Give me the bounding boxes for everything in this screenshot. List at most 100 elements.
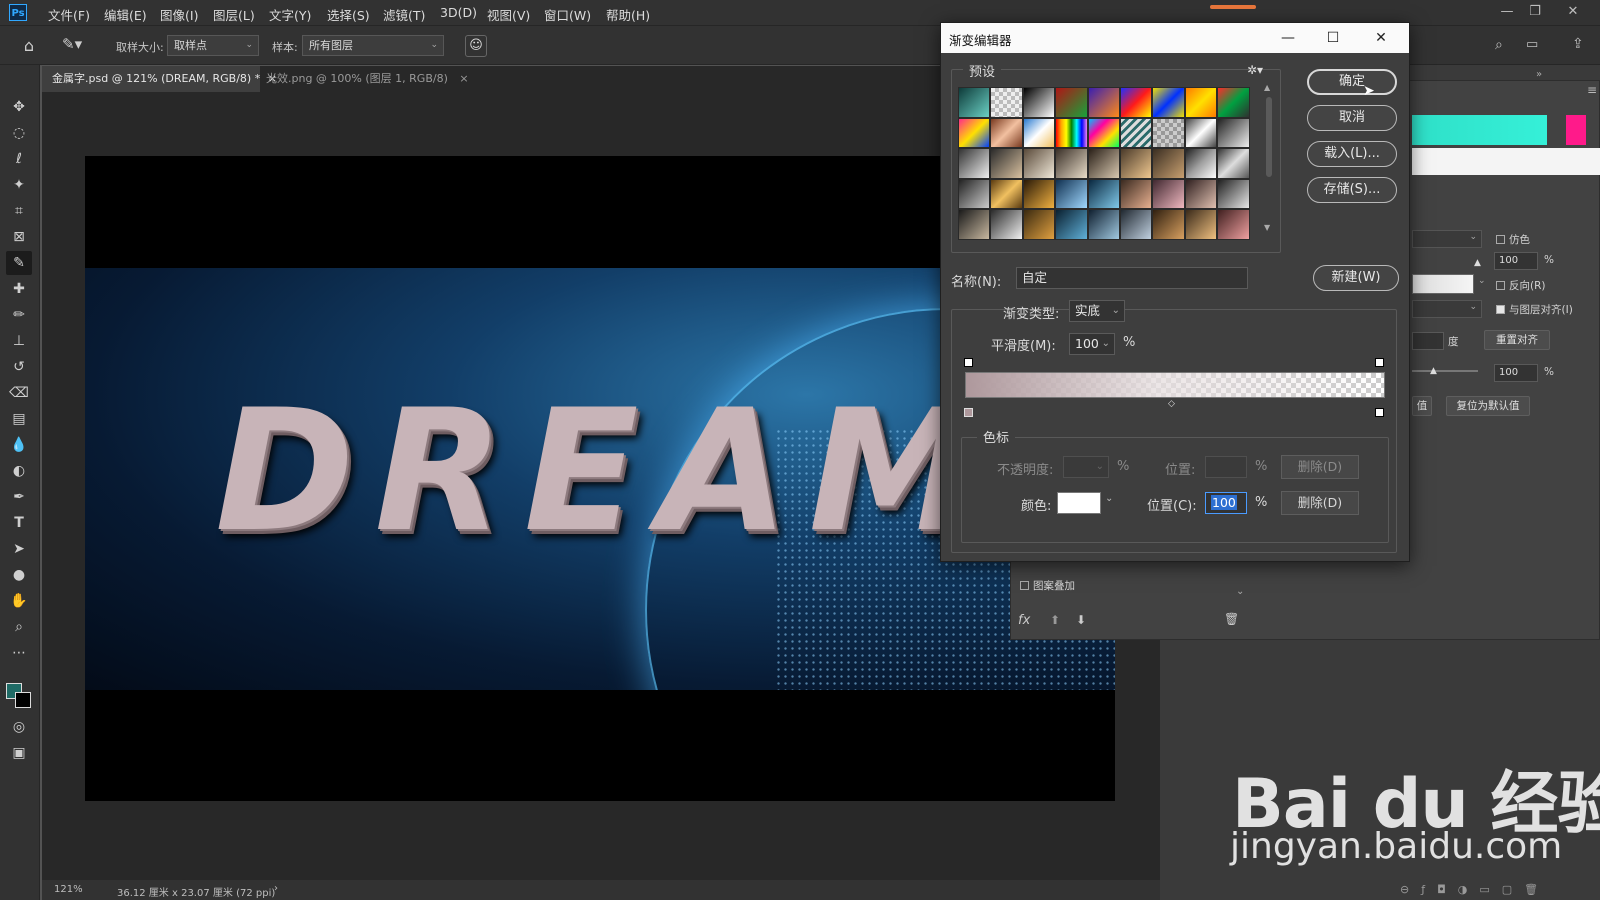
frame-tool-icon[interactable]: ⊠	[6, 225, 32, 249]
scale-slider-track[interactable]	[1412, 370, 1478, 372]
preset-swatch[interactable]	[1217, 117, 1250, 149]
home-icon[interactable]: ⌂	[18, 36, 40, 56]
tab-light-effect[interactable]: 光效.png @ 100% (图层 1, RGB/8) ×	[256, 66, 469, 92]
panel-menu-icon[interactable]: ≡	[1587, 83, 1597, 97]
more-tools-icon[interactable]: ⋯	[6, 641, 32, 665]
align-with-layer-checkbox[interactable]: 与图层对齐(I)	[1496, 302, 1573, 317]
menu-window[interactable]: 窗口(W)	[544, 5, 591, 24]
move-tool-icon[interactable]: ✥	[6, 95, 32, 119]
name-input[interactable]: 自定	[1016, 267, 1248, 289]
preset-swatch[interactable]	[1217, 178, 1250, 210]
checkbox-box[interactable]	[1496, 305, 1505, 314]
color-stop-left[interactable]	[964, 408, 973, 417]
preset-swatch[interactable]	[1119, 209, 1153, 240]
preset-swatch[interactable]	[1087, 209, 1120, 240]
preset-swatch[interactable]	[1119, 117, 1153, 149]
gradient-type-select[interactable]: 实底 ⌄	[1069, 300, 1125, 322]
checkbox-box[interactable]	[1496, 281, 1505, 290]
menu-filter[interactable]: 滤镜(T)	[383, 5, 425, 24]
opacity-input[interactable]: 100	[1494, 252, 1538, 270]
dodge-tool-icon[interactable]: ◐	[6, 459, 32, 483]
opacity-stop-left[interactable]	[964, 358, 973, 367]
preset-swatch[interactable]	[1087, 148, 1120, 179]
panel-collapse-icon[interactable]: »	[1536, 69, 1542, 80]
style-select[interactable]: ⌄	[1412, 300, 1482, 318]
menu-3d[interactable]: 3D(D)	[440, 5, 477, 20]
path-selection-icon[interactable]: ➤	[6, 537, 32, 561]
preset-swatch[interactable]	[1119, 87, 1153, 118]
maximize-icon[interactable]: ☐	[1318, 26, 1348, 50]
preset-swatch[interactable]	[958, 87, 991, 118]
preset-swatch[interactable]	[1055, 178, 1088, 210]
search-icon[interactable]: ⌕	[1495, 37, 1503, 53]
close-icon[interactable]: ✕	[1560, 2, 1586, 22]
preset-swatch[interactable]	[1184, 209, 1218, 240]
slider-handle-icon[interactable]: ▲	[1474, 258, 1484, 268]
preset-swatch[interactable]	[990, 209, 1023, 240]
preset-swatch[interactable]	[990, 148, 1023, 179]
preset-swatch[interactable]	[1184, 178, 1218, 210]
gradient-picker[interactable]	[1412, 274, 1474, 294]
reset-to-default-button[interactable]: 复位为默认值	[1446, 396, 1530, 416]
zoom-tool-icon[interactable]: ⌕	[6, 615, 32, 639]
menu-file[interactable]: 文件(F)	[48, 5, 90, 24]
preset-swatch[interactable]	[1152, 178, 1185, 210]
scale-input[interactable]: 100	[1494, 364, 1538, 382]
chevron-down-icon[interactable]: ⌄	[1478, 276, 1486, 286]
preset-swatch[interactable]	[1152, 117, 1185, 149]
preset-swatch[interactable]	[1119, 178, 1153, 210]
preset-swatch[interactable]	[1055, 148, 1088, 179]
background-color-swatch[interactable]	[15, 692, 31, 708]
eraser-tool-icon[interactable]: ⌫	[6, 381, 32, 405]
sample-select[interactable]: 所有图层 ⌄	[302, 35, 444, 56]
gear-icon[interactable]: ✲▾	[1247, 63, 1263, 77]
preset-swatch[interactable]	[1184, 117, 1218, 149]
fx-icon[interactable]: fx	[1018, 613, 1030, 628]
elliptical-marquee-icon[interactable]: ◌	[6, 121, 32, 145]
close-tab-icon[interactable]: ×	[459, 72, 468, 85]
menu-edit[interactable]: 编辑(E)	[104, 5, 147, 24]
cancel-button[interactable]: 取消	[1307, 105, 1397, 131]
preset-swatch[interactable]	[1022, 148, 1056, 179]
zoom-level[interactable]: 121%	[54, 884, 83, 895]
preset-swatch[interactable]	[1087, 117, 1120, 149]
checkbox-box[interactable]	[1496, 235, 1505, 244]
magic-wand-icon[interactable]: ✦	[6, 173, 32, 197]
menu-layer[interactable]: 图层(L)	[213, 5, 255, 24]
preset-swatch[interactable]	[958, 178, 991, 210]
new-button[interactable]: 新建(W)	[1313, 265, 1399, 291]
workspace-icon[interactable]: ▭	[1526, 37, 1538, 52]
restore-icon[interactable]: ❐	[1522, 2, 1548, 22]
gradient-preview-swatch[interactable]	[1412, 115, 1547, 145]
preset-swatch[interactable]	[1055, 117, 1088, 149]
share-icon[interactable]: ⇪	[1572, 36, 1584, 52]
preset-swatch[interactable]	[1055, 87, 1088, 118]
preset-swatch[interactable]	[1217, 148, 1250, 179]
menu-type[interactable]: 文字(Y)	[269, 5, 311, 24]
pattern-overlay-item[interactable]: 图案叠加	[1020, 578, 1075, 593]
dither-checkbox[interactable]: 仿色	[1496, 232, 1530, 247]
dialog-title-bar[interactable]: 渐变编辑器 — ☐ ✕	[941, 23, 1409, 53]
reset-alignment-button[interactable]: 重置对齐	[1484, 330, 1550, 350]
preset-swatch[interactable]	[1152, 87, 1185, 118]
preset-swatch[interactable]	[958, 117, 991, 149]
midpoint-diamond-icon[interactable]: ◇	[1168, 399, 1175, 409]
preset-swatch[interactable]	[1055, 209, 1088, 240]
preset-swatch[interactable]	[1022, 87, 1056, 118]
delete-color-stop-button[interactable]: 删除(D)	[1281, 491, 1359, 515]
crop-tool-icon[interactable]: ⌗	[6, 199, 32, 223]
preset-swatch[interactable]	[990, 87, 1023, 118]
preset-swatch[interactable]	[958, 209, 991, 240]
scroll-down-icon[interactable]: ▼	[1264, 223, 1270, 232]
preset-swatch[interactable]	[1152, 209, 1185, 240]
preset-swatch[interactable]	[1184, 148, 1218, 179]
ok-button[interactable]: 确定	[1307, 69, 1397, 95]
clone-stamp-icon[interactable]: ⊥	[6, 329, 32, 353]
lasso-tool-icon[interactable]: ℓ	[6, 147, 32, 171]
preset-swatch[interactable]	[1087, 178, 1120, 210]
minimize-icon[interactable]: —	[1494, 2, 1520, 22]
menu-view[interactable]: 视图(V)	[487, 5, 530, 24]
preset-swatch[interactable]	[1022, 178, 1056, 210]
ellipse-tool-icon[interactable]: ●	[6, 563, 32, 587]
color-swatch-pink[interactable]	[1566, 115, 1586, 145]
